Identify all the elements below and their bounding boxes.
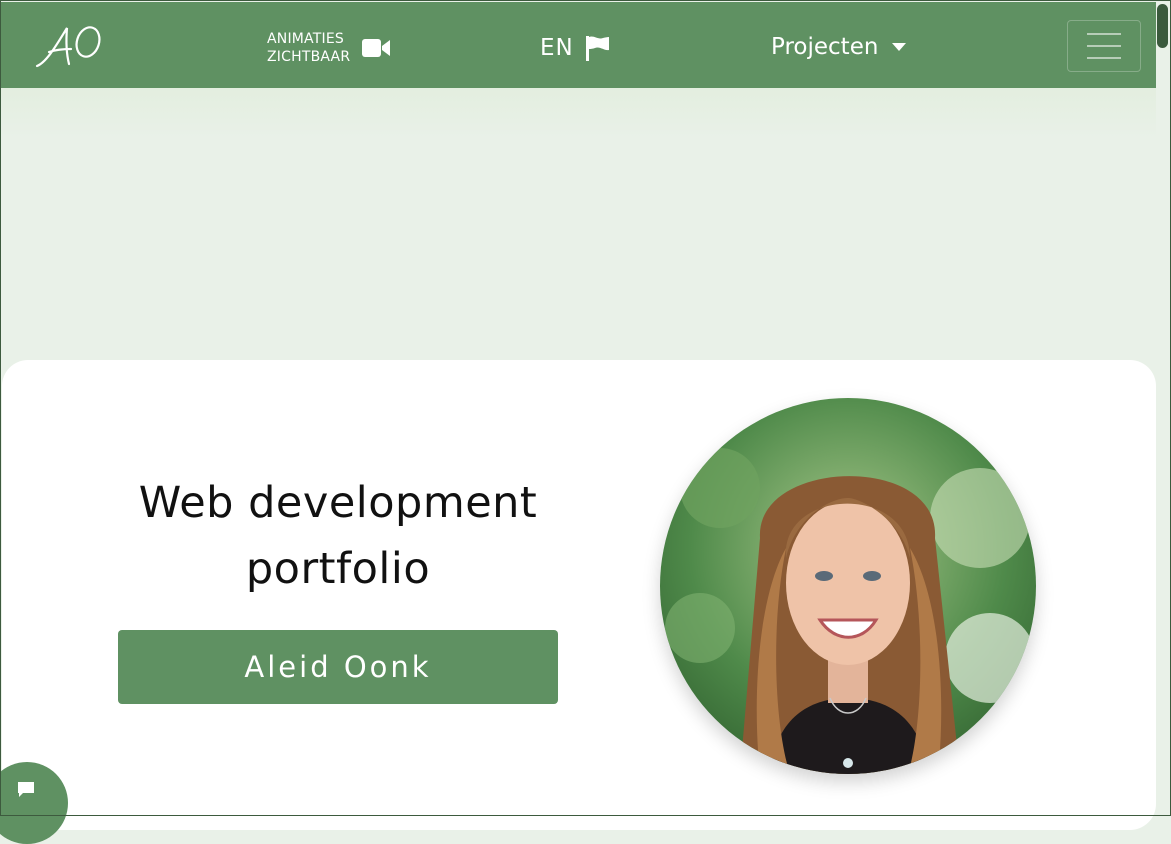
- logo-signature-icon: [35, 26, 101, 68]
- hamburger-menu-icon-bar: [1087, 57, 1121, 59]
- chat-bubble-icon: [18, 782, 34, 797]
- projects-dropdown[interactable]: Projecten: [771, 32, 907, 62]
- flag-icon: [585, 35, 609, 61]
- language-label: EN: [540, 35, 574, 61]
- header-shadow: [1, 88, 1156, 138]
- logo[interactable]: [33, 22, 105, 72]
- hero-title-line2: portfolio: [245, 544, 431, 594]
- animations-label-line1: ANIMATIES: [267, 31, 344, 47]
- hero-title: Web development portfolio: [118, 470, 558, 602]
- top-navbar: ANIMATIES ZICHTBAAR EN Projecten: [1, 2, 1156, 88]
- portrait-photo: [660, 398, 1036, 774]
- scrollbar-thumb[interactable]: [1157, 4, 1168, 48]
- animations-toggle[interactable]: ANIMATIES ZICHTBAAR: [267, 28, 391, 68]
- animations-label-line2: ZICHTBAAR: [267, 49, 351, 65]
- name-button[interactable]: Aleid Oonk: [118, 630, 558, 704]
- hamburger-menu-icon: [1087, 33, 1121, 35]
- caret-down-icon: [892, 43, 907, 51]
- projects-dropdown-label: Projecten: [771, 34, 879, 60]
- avatar: [660, 398, 1036, 774]
- video-camera-icon: [362, 39, 391, 57]
- animations-toggle-label: ANIMATIES ZICHTBAAR: [267, 30, 350, 66]
- language-switch[interactable]: EN: [540, 33, 609, 63]
- hamburger-menu-icon-bar: [1087, 45, 1121, 47]
- hamburger-menu-button[interactable]: [1067, 20, 1141, 72]
- hero-title-line1: Web development: [138, 478, 538, 528]
